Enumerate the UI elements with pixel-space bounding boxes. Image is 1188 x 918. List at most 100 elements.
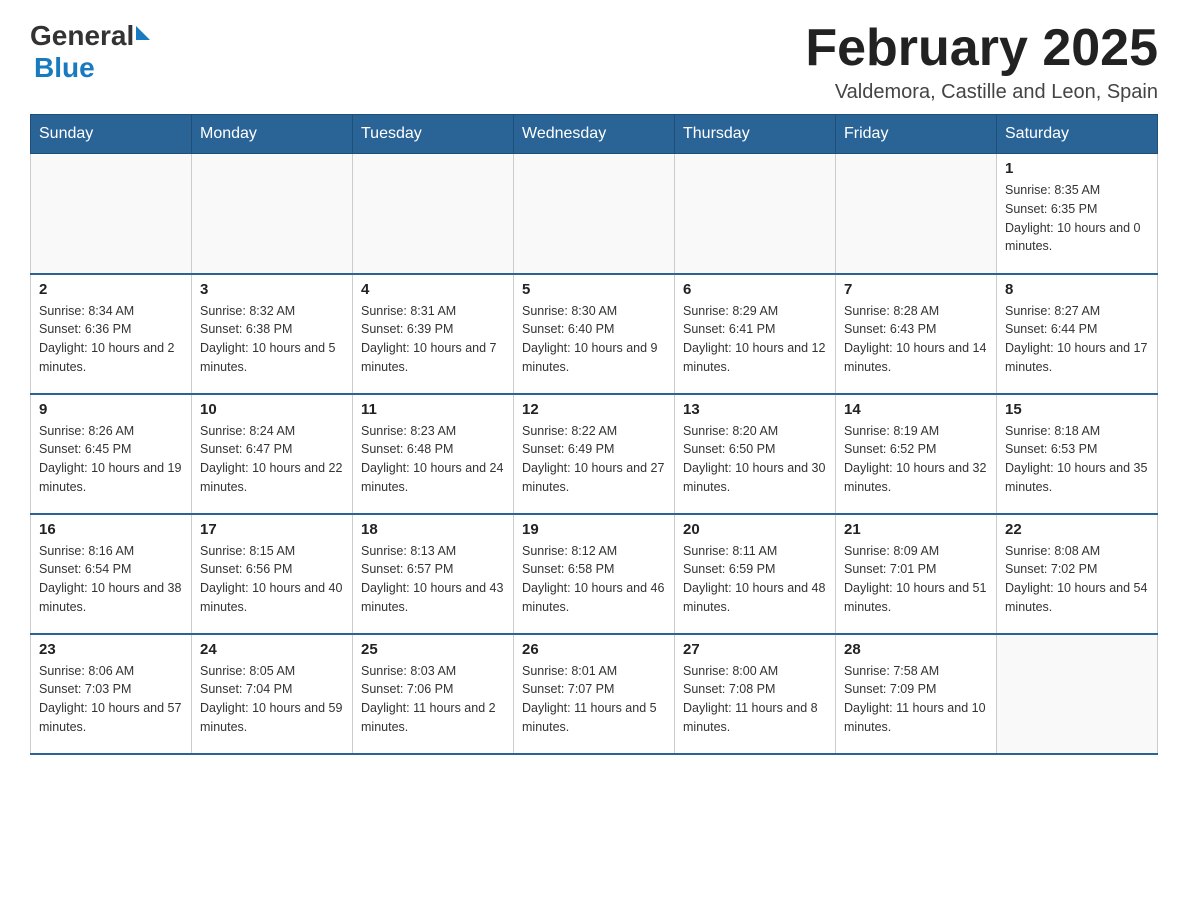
day-info: Sunrise: 8:06 AMSunset: 7:03 PMDaylight:… [39,662,183,737]
day-number: 19 [522,521,666,538]
day-info: Sunrise: 8:16 AMSunset: 6:54 PMDaylight:… [39,542,183,617]
calendar-cell: 23 Sunrise: 8:06 AMSunset: 7:03 PMDayligh… [31,634,192,754]
calendar-cell: 27 Sunrise: 8:00 AMSunset: 7:08 PMDayligh… [675,634,836,754]
day-info: Sunrise: 8:20 AMSunset: 6:50 PMDaylight:… [683,422,827,497]
page-header: General Blue February 2025 Valdemora, Ca… [30,20,1158,104]
day-number: 24 [200,641,344,658]
calendar-cell: 1 Sunrise: 8:35 AMSunset: 6:35 PMDaylight… [997,154,1158,274]
calendar-cell: 12 Sunrise: 8:22 AMSunset: 6:49 PMDayligh… [514,394,675,514]
day-number: 21 [844,521,988,538]
calendar-cell: 11Sunrise: 8:23 AMSunset: 6:48 PMDayligh… [353,394,514,514]
day-info: Sunrise: 8:19 AMSunset: 6:52 PMDaylight:… [844,422,988,497]
day-number: 14 [844,401,988,418]
calendar-cell: 3 Sunrise: 8:32 AMSunset: 6:38 PMDaylight… [192,274,353,394]
weekday-header-wednesday: Wednesday [514,115,675,154]
calendar-cell: 25 Sunrise: 8:03 AMSunset: 7:06 PMDayligh… [353,634,514,754]
day-number: 28 [844,641,988,658]
calendar-cell: 16 Sunrise: 8:16 AMSunset: 6:54 PMDayligh… [31,514,192,634]
day-info: Sunrise: 7:58 AMSunset: 7:09 PMDaylight:… [844,662,988,737]
day-info: Sunrise: 8:05 AMSunset: 7:04 PMDaylight:… [200,662,344,737]
location-text: Valdemora, Castille and Leon, Spain [805,81,1158,104]
day-number: 25 [361,641,505,658]
calendar-cell: 15Sunrise: 8:18 AMSunset: 6:53 PMDayligh… [997,394,1158,514]
calendar-cell: 13 Sunrise: 8:20 AMSunset: 6:50 PMDayligh… [675,394,836,514]
calendar-week-row: 2 Sunrise: 8:34 AMSunset: 6:36 PMDaylight… [31,274,1158,394]
day-info: Sunrise: 8:01 AMSunset: 7:07 PMDaylight:… [522,662,666,737]
day-info: Sunrise: 8:22 AMSunset: 6:49 PMDaylight:… [522,422,666,497]
day-info: Sunrise: 8:23 AMSunset: 6:48 PMDaylight:… [361,422,505,497]
day-info: Sunrise: 8:13 AMSunset: 6:57 PMDaylight:… [361,542,505,617]
calendar-cell: 18 Sunrise: 8:13 AMSunset: 6:57 PMDayligh… [353,514,514,634]
calendar-week-row: 16 Sunrise: 8:16 AMSunset: 6:54 PMDayligh… [31,514,1158,634]
day-info: Sunrise: 8:18 AMSunset: 6:53 PMDaylight:… [1005,422,1149,497]
day-info: Sunrise: 8:28 AMSunset: 6:43 PMDaylight:… [844,302,988,377]
weekday-header-saturday: Saturday [997,115,1158,154]
day-number: 16 [39,521,183,538]
calendar-week-row: 9Sunrise: 8:26 AMSunset: 6:45 PMDaylight… [31,394,1158,514]
day-number: 3 [200,281,344,298]
day-number: 13 [683,401,827,418]
day-info: Sunrise: 8:31 AMSunset: 6:39 PMDaylight:… [361,302,505,377]
calendar-cell: 24 Sunrise: 8:05 AMSunset: 7:04 PMDayligh… [192,634,353,754]
calendar-cell [192,154,353,274]
weekday-header-row: SundayMondayTuesdayWednesdayThursdayFrid… [31,115,1158,154]
calendar-cell: 26 Sunrise: 8:01 AMSunset: 7:07 PMDayligh… [514,634,675,754]
day-info: Sunrise: 8:27 AMSunset: 6:44 PMDaylight:… [1005,302,1149,377]
day-info: Sunrise: 8:09 AMSunset: 7:01 PMDaylight:… [844,542,988,617]
calendar-cell [675,154,836,274]
day-info: Sunrise: 8:00 AMSunset: 7:08 PMDaylight:… [683,662,827,737]
calendar-cell: 9Sunrise: 8:26 AMSunset: 6:45 PMDaylight… [31,394,192,514]
day-info: Sunrise: 8:12 AMSunset: 6:58 PMDaylight:… [522,542,666,617]
calendar-cell [836,154,997,274]
weekday-header-thursday: Thursday [675,115,836,154]
logo: General Blue [30,20,150,84]
calendar-cell: 6 Sunrise: 8:29 AMSunset: 6:41 PMDaylight… [675,274,836,394]
day-number: 1 [1005,160,1149,177]
day-number: 20 [683,521,827,538]
calendar-week-row: 23 Sunrise: 8:06 AMSunset: 7:03 PMDayligh… [31,634,1158,754]
calendar-cell: 5Sunrise: 8:30 AMSunset: 6:40 PMDaylight… [514,274,675,394]
calendar-cell: 14 Sunrise: 8:19 AMSunset: 6:52 PMDayligh… [836,394,997,514]
weekday-header-friday: Friday [836,115,997,154]
day-number: 26 [522,641,666,658]
calendar-cell: 20 Sunrise: 8:11 AMSunset: 6:59 PMDayligh… [675,514,836,634]
weekday-header-sunday: Sunday [31,115,192,154]
day-number: 5 [522,281,666,298]
month-title: February 2025 [805,20,1158,77]
calendar-cell: 10Sunrise: 8:24 AMSunset: 6:47 PMDayligh… [192,394,353,514]
day-info: Sunrise: 8:32 AMSunset: 6:38 PMDaylight:… [200,302,344,377]
calendar-cell: 2 Sunrise: 8:34 AMSunset: 6:36 PMDaylight… [31,274,192,394]
calendar-table: SundayMondayTuesdayWednesdayThursdayFrid… [30,114,1158,755]
day-info: Sunrise: 8:15 AMSunset: 6:56 PMDaylight:… [200,542,344,617]
day-info: Sunrise: 8:26 AMSunset: 6:45 PMDaylight:… [39,422,183,497]
calendar-cell [514,154,675,274]
day-number: 2 [39,281,183,298]
logo-triangle-icon [136,26,150,40]
day-number: 18 [361,521,505,538]
day-info: Sunrise: 8:03 AMSunset: 7:06 PMDaylight:… [361,662,505,737]
calendar-cell [353,154,514,274]
day-number: 12 [522,401,666,418]
calendar-cell [997,634,1158,754]
calendar-cell: 7Sunrise: 8:28 AMSunset: 6:43 PMDaylight… [836,274,997,394]
day-number: 23 [39,641,183,658]
day-info: Sunrise: 8:11 AMSunset: 6:59 PMDaylight:… [683,542,827,617]
day-number: 8 [1005,281,1149,298]
weekday-header-tuesday: Tuesday [353,115,514,154]
day-number: 4 [361,281,505,298]
day-number: 17 [200,521,344,538]
calendar-cell [31,154,192,274]
logo-general-text: General [30,20,134,52]
day-number: 27 [683,641,827,658]
calendar-cell: 4 Sunrise: 8:31 AMSunset: 6:39 PMDaylight… [353,274,514,394]
day-info: Sunrise: 8:34 AMSunset: 6:36 PMDaylight:… [39,302,183,377]
day-number: 6 [683,281,827,298]
day-info: Sunrise: 8:29 AMSunset: 6:41 PMDaylight:… [683,302,827,377]
calendar-week-row: 1 Sunrise: 8:35 AMSunset: 6:35 PMDaylight… [31,154,1158,274]
weekday-header-monday: Monday [192,115,353,154]
calendar-cell: 28 Sunrise: 7:58 AMSunset: 7:09 PMDayligh… [836,634,997,754]
calendar-cell: 8 Sunrise: 8:27 AMSunset: 6:44 PMDaylight… [997,274,1158,394]
day-info: Sunrise: 8:35 AMSunset: 6:35 PMDaylight:… [1005,181,1149,256]
calendar-cell: 17 Sunrise: 8:15 AMSunset: 6:56 PMDayligh… [192,514,353,634]
day-number: 22 [1005,521,1149,538]
